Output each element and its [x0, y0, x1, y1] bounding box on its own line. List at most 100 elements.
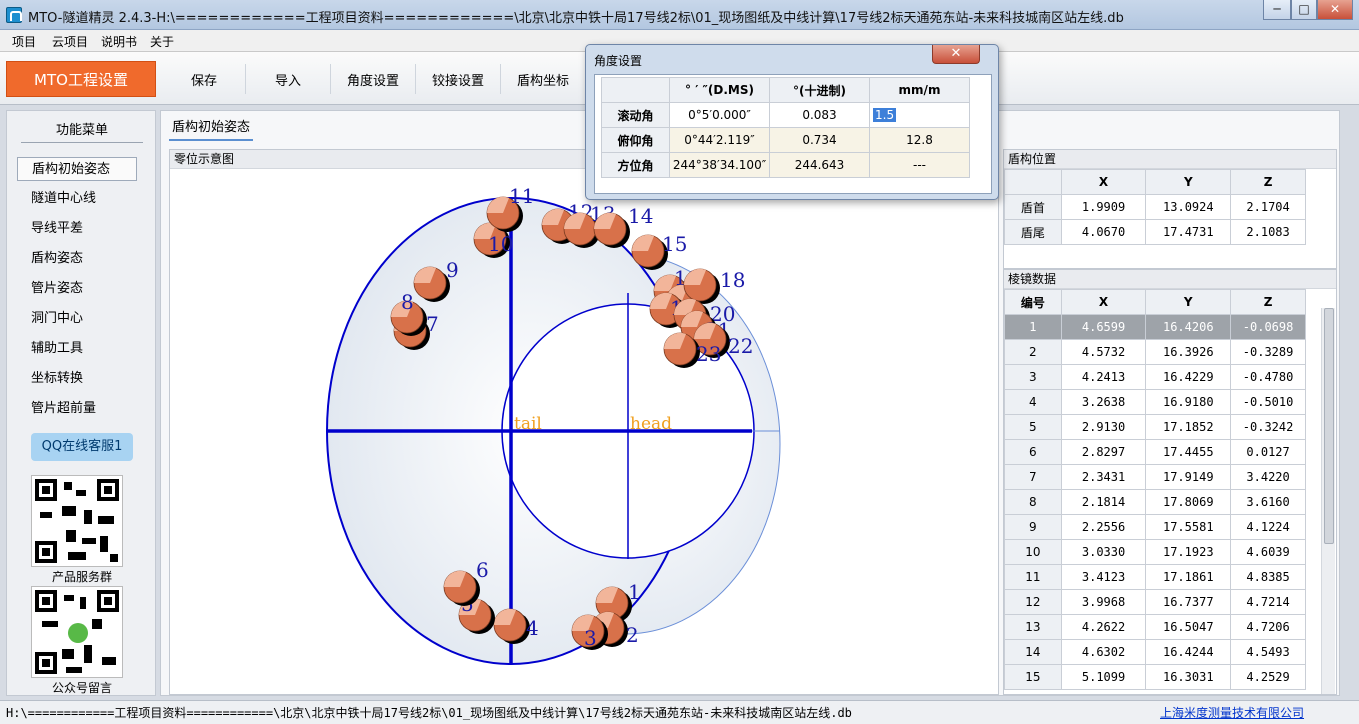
- table-header: [601, 77, 670, 103]
- sidebar-item-portal-center[interactable]: 洞门中心: [17, 307, 137, 331]
- mm-per-m-input[interactable]: ---: [869, 152, 970, 178]
- table-row[interactable]: 盾首 1.9909 13.0924 2.1704: [1004, 194, 1306, 220]
- table-row[interactable]: 15 5.1099 16.3031 4.2529: [1004, 664, 1306, 690]
- table-cell: -0.5010: [1230, 389, 1306, 415]
- mm-per-m-input[interactable]: 1.5: [869, 102, 970, 128]
- tail-label: tail: [514, 414, 542, 434]
- table-cell: 1: [1004, 314, 1062, 340]
- prism-marker-label: 14: [628, 204, 653, 228]
- table-cell: 9: [1004, 514, 1062, 540]
- table-cell: 16.4229: [1145, 364, 1232, 390]
- dms-input[interactable]: 0°44′2.119″: [669, 127, 770, 153]
- table-row[interactable]: 8 2.1814 17.8069 3.6160: [1004, 489, 1306, 515]
- import-button[interactable]: 导入: [275, 70, 301, 89]
- table-header: X: [1060, 169, 1147, 195]
- selected-text[interactable]: 1.5: [873, 108, 897, 122]
- table-cell: 4.0670: [1060, 219, 1147, 245]
- shield-coords-button[interactable]: 盾构坐标: [517, 70, 569, 89]
- angle-row-azimuth[interactable]: 方位角 244°38′34.100″ 244.643 ---: [601, 152, 970, 178]
- prism-marker-label: 11: [509, 184, 534, 208]
- prism-data-table: 编号 X Y Z 1 4.6599 16.4206 -0.0698 2 4.5732 16.…: [1004, 289, 1306, 690]
- dms-input[interactable]: 244°38′34.100″: [669, 152, 770, 178]
- company-link[interactable]: 上海米度测量技术有限公司: [1160, 704, 1304, 721]
- sidebar-item-shield-attitude[interactable]: 盾构姿态: [17, 247, 137, 271]
- table-row[interactable]: 2 4.5732 16.3926 -0.3289: [1004, 339, 1306, 365]
- window-title: MTO-隧道精灵 2.4.3-H:\============工程项目资料====…: [28, 11, 1124, 26]
- row-label: 俯仰角: [601, 127, 670, 153]
- qq-support-button[interactable]: QQ在线客服1: [31, 433, 133, 461]
- table-row[interactable]: 盾尾 4.0670 17.4731 2.1083: [1004, 219, 1306, 245]
- sidebar-item-aux-tools[interactable]: 辅助工具: [17, 337, 137, 361]
- table-cell: 4.7206: [1230, 614, 1306, 640]
- decimal-input[interactable]: 0.734: [769, 127, 870, 153]
- table-row[interactable]: 13 4.2622 16.5047 4.7206: [1004, 614, 1306, 640]
- table-row[interactable]: 11 3.4123 17.1861 4.8385: [1004, 564, 1306, 590]
- toolbar-separator: [245, 64, 246, 94]
- row-label: 方位角: [601, 152, 670, 178]
- function-menu-title: 功能菜单: [55, 123, 108, 138]
- prism-marker-label: 9: [446, 258, 459, 282]
- dialog-close-button[interactable]: ✕: [932, 45, 980, 64]
- dms-input[interactable]: 0°5′0.000″: [669, 102, 770, 128]
- decimal-input[interactable]: 244.643: [769, 152, 870, 178]
- table-row[interactable]: 12 3.9968 16.7377 4.7214: [1004, 589, 1306, 615]
- sidebar-item-traverse-adjust[interactable]: 导线平差: [17, 217, 137, 241]
- table-cell: 17.8069: [1145, 489, 1232, 515]
- prism-marker-label: 1: [628, 580, 641, 604]
- angle-settings-button[interactable]: 角度设置: [347, 70, 399, 89]
- sidebar-item-coord-convert[interactable]: 坐标转换: [17, 367, 137, 391]
- table-cell: 3.6160: [1230, 489, 1306, 515]
- sidebar-item-segment-advance[interactable]: 管片超前量: [17, 397, 137, 421]
- table-cell: 4.8385: [1230, 564, 1306, 590]
- table-row[interactable]: 14 4.6302 16.4244 4.5493: [1004, 639, 1306, 665]
- table-cell: 3.4220: [1230, 464, 1306, 490]
- table-cell: 4.7214: [1230, 589, 1306, 615]
- close-button[interactable]: ✕: [1317, 0, 1353, 20]
- table-row[interactable]: 5 2.9130 17.1852 -0.3242: [1004, 414, 1306, 440]
- table-row[interactable]: 4 3.2638 16.9180 -0.5010: [1004, 389, 1306, 415]
- table-header: [1004, 169, 1062, 195]
- function-menu: 功能菜单 盾构初始姿态 隧道中心线 导线平差 盾构姿态 管片姿态 洞门中心 辅助…: [6, 110, 156, 696]
- menu-manual[interactable]: 说明书: [101, 33, 137, 50]
- sidebar-item-segment-attitude[interactable]: 管片姿态: [17, 277, 137, 301]
- table-cell: 16.7377: [1145, 589, 1232, 615]
- prism-marker-label: 22: [728, 334, 753, 358]
- table-header: Y: [1145, 289, 1232, 315]
- table-cell: 6: [1004, 439, 1062, 465]
- row-label: 滚动角: [601, 102, 670, 128]
- save-button[interactable]: 保存: [191, 70, 217, 89]
- angle-row-pitch[interactable]: 俯仰角 0°44′2.119″ 0.734 12.8: [601, 127, 970, 153]
- table-header: Y: [1145, 169, 1232, 195]
- maximize-button[interactable]: □: [1291, 0, 1317, 20]
- minimize-button[interactable]: ─: [1263, 0, 1291, 20]
- sidebar-item-shield-initial[interactable]: 盾构初始姿态: [17, 157, 137, 181]
- table-row[interactable]: 9 2.2556 17.5581 4.1224: [1004, 514, 1306, 540]
- table-row[interactable]: 10 3.0330 17.1923 4.6039: [1004, 539, 1306, 565]
- mm-per-m-input[interactable]: 12.8: [869, 127, 970, 153]
- mto-settings-button[interactable]: MTO工程设置: [6, 61, 156, 97]
- table-cell: 16.5047: [1145, 614, 1232, 640]
- table-row[interactable]: 6 2.8297 17.4455 0.0127: [1004, 439, 1306, 465]
- angle-row-roll[interactable]: 滚动角 0°5′0.000″ 0.083 1.5: [601, 102, 970, 128]
- table-row[interactable]: 7 2.3431 17.9149 3.4220: [1004, 464, 1306, 490]
- prism-scrollbar[interactable]: [1321, 308, 1335, 694]
- table-cell: 12: [1004, 589, 1062, 615]
- table-row[interactable]: 1 4.6599 16.4206 -0.0698: [1004, 314, 1306, 340]
- sidebar-item-tunnel-centerline[interactable]: 隧道中心线: [17, 187, 137, 211]
- decimal-input[interactable]: 0.083: [769, 102, 870, 128]
- table-cell: 15: [1004, 664, 1062, 690]
- hinge-settings-button[interactable]: 铰接设置: [432, 70, 484, 89]
- table-cell: 17.1852: [1145, 414, 1232, 440]
- table-cell: -0.3242: [1230, 414, 1306, 440]
- menu-about[interactable]: 关于: [150, 33, 174, 50]
- table-header: X: [1060, 289, 1147, 315]
- prism-scroll-thumb[interactable]: [1324, 308, 1334, 544]
- prism-marker-label: 18: [720, 268, 745, 292]
- table-row[interactable]: 3 4.2413 16.4229 -0.4780: [1004, 364, 1306, 390]
- menu-cloud-project[interactable]: 云项目: [52, 33, 88, 50]
- table-cell: 3.4123: [1060, 564, 1147, 590]
- angle-settings-dialog: 角度设置 ✕ ° ′ ″(D.MS) °(十进制) mm/m 滚动角 0°5′0…: [585, 44, 999, 200]
- tab-shield-initial[interactable]: 盾构初始姿态: [169, 115, 254, 141]
- menu-project[interactable]: 项目: [12, 33, 36, 50]
- table-cell: 4.1224: [1230, 514, 1306, 540]
